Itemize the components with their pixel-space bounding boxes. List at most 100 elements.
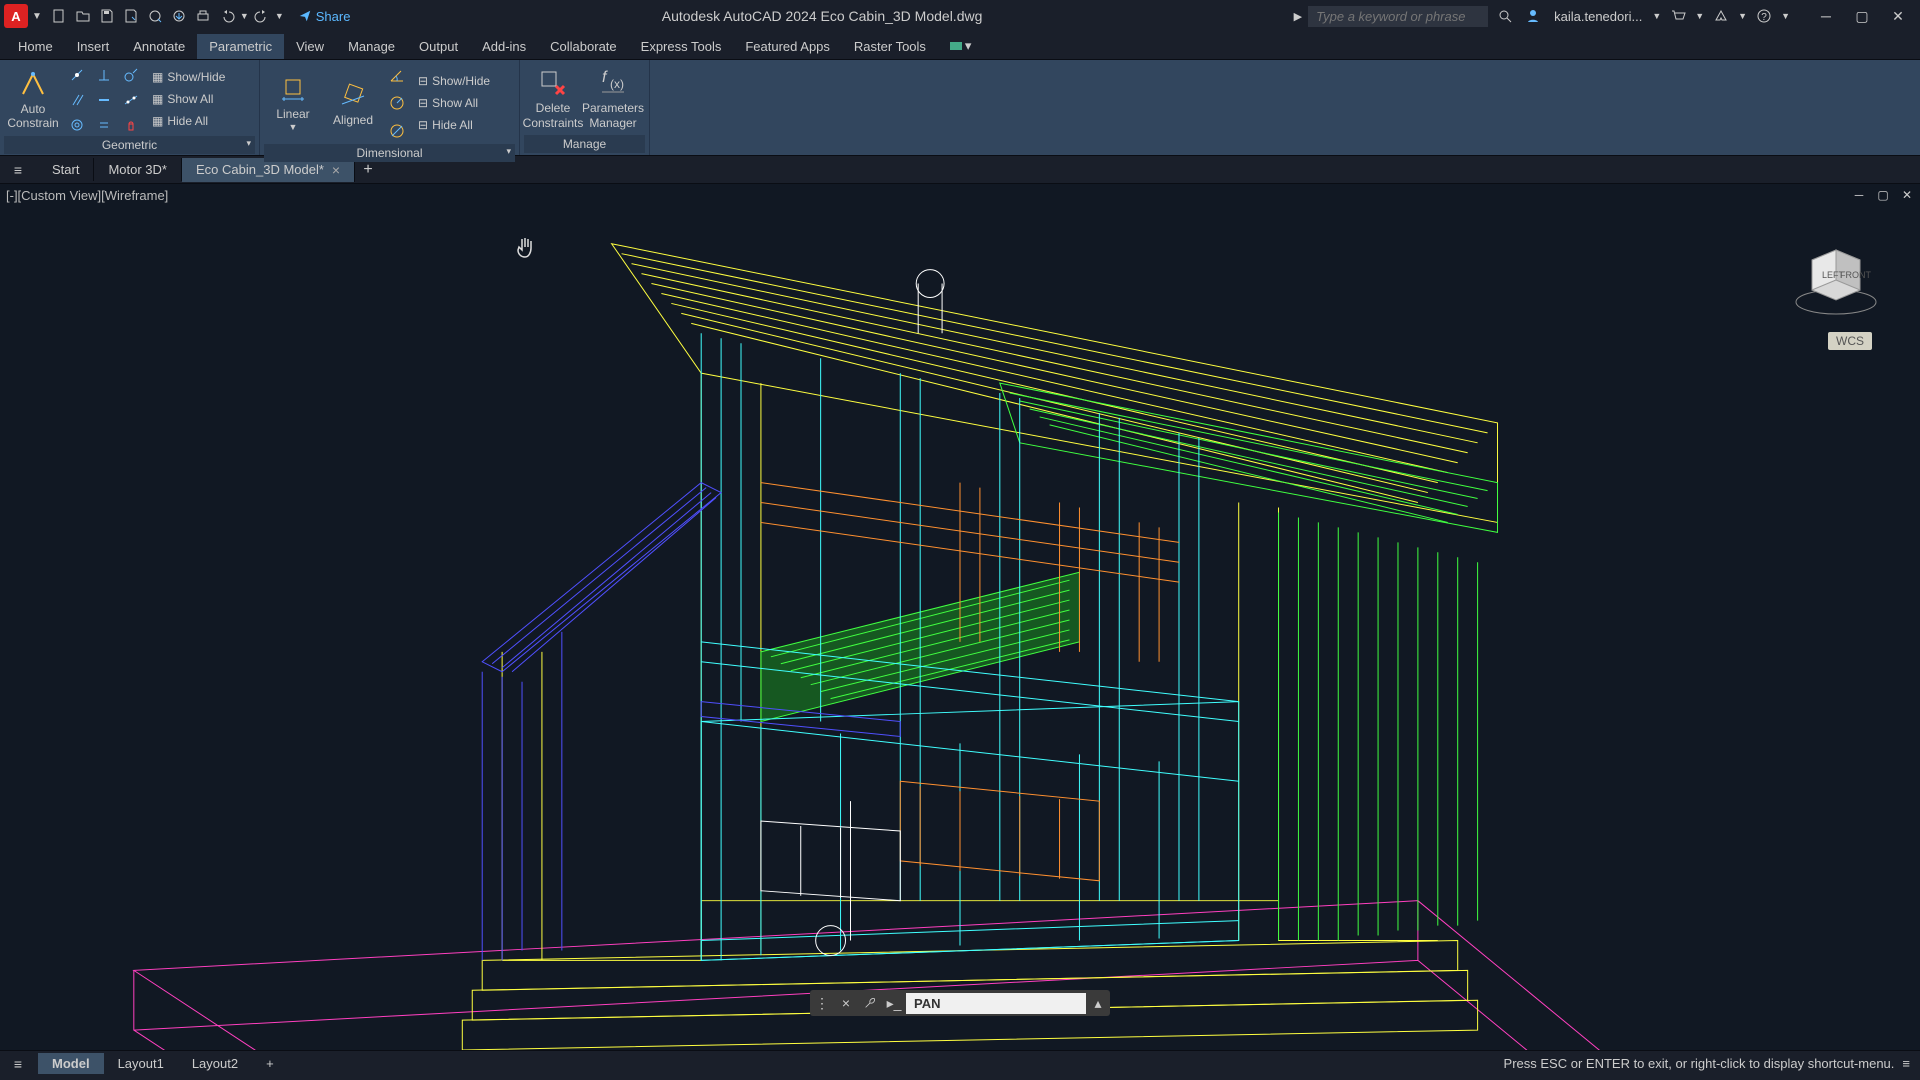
tab-addins[interactable]: Add-ins (470, 34, 538, 59)
saveas-icon[interactable] (120, 5, 142, 27)
title-bar: A ▼ ▼ ▼ Share Autodesk AutoCAD 2024 Eco … (0, 0, 1920, 32)
aligned-button[interactable]: Aligned (324, 68, 382, 138)
open-icon[interactable] (72, 5, 94, 27)
delete-constraints-label: Delete Constraints (523, 101, 584, 130)
dimensional-show-all-button[interactable]: ⊟Show All (412, 92, 496, 114)
parameters-manager-button[interactable]: f(x) Parameters Manager (584, 64, 642, 134)
command-close-icon[interactable]: × (834, 991, 858, 1015)
tab-view[interactable]: View (284, 34, 336, 59)
geometric-hide-all-button[interactable]: ▦Hide All (146, 110, 231, 132)
tab-featured-apps[interactable]: Featured Apps (733, 34, 842, 59)
search-input[interactable] (1308, 6, 1488, 27)
app-menu-dropdown[interactable]: ▼ (32, 11, 42, 22)
layout-menu-icon[interactable]: ≡ (6, 1052, 30, 1076)
tab-annotate[interactable]: Annotate (121, 34, 197, 59)
horizontal-icon[interactable] (91, 87, 117, 113)
panel-manage: Delete Constraints f(x) Parameters Manag… (520, 60, 650, 155)
tab-parametric[interactable]: Parametric (197, 34, 284, 59)
tab-collaborate[interactable]: Collaborate (538, 34, 629, 59)
dim-radius-icon[interactable] (384, 90, 410, 116)
cart-dropdown[interactable]: ▼ (1695, 11, 1704, 21)
file-tabs-menu-icon[interactable]: ≡ (6, 158, 30, 182)
linear-button[interactable]: Linear ▼ (264, 68, 322, 138)
plot-icon[interactable] (192, 5, 214, 27)
tab-extra-toggle[interactable]: ▾ (938, 33, 984, 59)
command-customize-icon[interactable]: ⋮ (810, 991, 834, 1015)
help-dropdown[interactable]: ▼ (1781, 11, 1790, 21)
share-button[interactable]: Share (298, 9, 351, 24)
panel-title-geometric[interactable]: Geometric (4, 136, 255, 154)
share-label: Share (316, 9, 351, 24)
start-tab[interactable]: Start (38, 158, 94, 181)
layout-tab-layout1[interactable]: Layout1 (104, 1053, 178, 1074)
web-open-icon[interactable] (144, 5, 166, 27)
equal-icon[interactable] (91, 112, 117, 138)
collinear-icon[interactable] (118, 87, 144, 113)
linear-icon (277, 73, 309, 105)
tab-output[interactable]: Output (407, 34, 470, 59)
geometric-show-hide-button[interactable]: ▦Show/Hide (146, 66, 231, 88)
delete-constraints-icon (537, 67, 569, 99)
search-icon[interactable] (1494, 5, 1516, 27)
panel-title-manage: Manage (524, 135, 645, 153)
add-layout-button[interactable]: + (252, 1053, 288, 1074)
maximize-button[interactable]: ▢ (1844, 2, 1880, 30)
app-logo[interactable]: A (4, 4, 28, 28)
command-wrench-icon[interactable] (858, 991, 882, 1015)
drawing-viewport[interactable]: [-][Custom View][Wireframe] ─ ▢ ✕ LEFT F… (0, 184, 1920, 1050)
status-menu-icon[interactable]: ≡ (1902, 1056, 1910, 1071)
autodesk-dropdown[interactable]: ▼ (1738, 11, 1747, 21)
web-save-icon[interactable] (168, 5, 190, 27)
save-icon[interactable] (96, 5, 118, 27)
layout-tab-model[interactable]: Model (38, 1053, 104, 1074)
tangent-icon[interactable] (118, 62, 144, 88)
coincident-icon[interactable] (64, 62, 90, 88)
svg-text:?: ? (1761, 12, 1767, 23)
geometric-show-all-button[interactable]: ▦Show All (146, 88, 231, 110)
cart-icon[interactable] (1667, 5, 1689, 27)
dim-diameter-icon[interactable] (384, 118, 410, 144)
tab-raster-tools[interactable]: Raster Tools (842, 34, 938, 59)
tab-manage[interactable]: Manage (336, 34, 407, 59)
command-expand-icon[interactable]: ▴ (1086, 991, 1110, 1015)
dim-angular-icon[interactable] (384, 62, 410, 88)
user-dropdown[interactable]: ▼ (1652, 11, 1661, 21)
close-button[interactable]: ✕ (1880, 2, 1916, 30)
parallel-icon[interactable] (64, 87, 90, 113)
user-name-label[interactable]: kaila.tenedori... (1554, 9, 1642, 24)
concentric-icon[interactable] (64, 112, 90, 138)
tab-express-tools[interactable]: Express Tools (629, 34, 734, 59)
dimensional-show-hide-button[interactable]: ⊟Show/Hide (412, 70, 496, 92)
parameters-manager-label: Parameters Manager (582, 101, 644, 130)
autodesk-app-icon[interactable] (1710, 5, 1732, 27)
undo-icon[interactable] (216, 5, 238, 27)
new-tab-button[interactable]: + (355, 161, 381, 179)
layout-tab-layout2[interactable]: Layout2 (178, 1053, 252, 1074)
close-tab-icon[interactable]: × (332, 162, 340, 178)
panel-title-dimensional[interactable]: Dimensional (264, 144, 515, 162)
redo-icon[interactable] (251, 5, 273, 27)
perpendicular-icon[interactable] (91, 62, 117, 88)
delete-constraints-button[interactable]: Delete Constraints (524, 64, 582, 134)
user-icon[interactable] (1522, 5, 1544, 27)
minimize-button[interactable]: ─ (1808, 2, 1844, 30)
command-input[interactable] (906, 993, 1086, 1014)
fix-icon[interactable] (118, 112, 144, 138)
undo-dropdown[interactable]: ▼ (240, 11, 249, 21)
tab-insert[interactable]: Insert (65, 34, 122, 59)
title-bar-right: ▶ kaila.tenedori... ▼ ▼ ▼ ? ▼ ─ ▢ ✕ (1294, 2, 1916, 30)
show-hide-icon: ⊟ (418, 74, 428, 88)
tab-home[interactable]: Home (6, 34, 65, 59)
command-recent-icon[interactable]: ▸_ (882, 991, 906, 1015)
show-all-icon: ▦ (152, 92, 163, 106)
quick-access-toolbar: ▼ ▼ (48, 5, 284, 27)
new-icon[interactable] (48, 5, 70, 27)
status-hint: Press ESC or ENTER to exit, or right-cli… (1504, 1056, 1895, 1071)
redo-dropdown[interactable]: ▼ (275, 11, 284, 21)
dimensional-hide-all-button[interactable]: ⊟Hide All (412, 114, 496, 136)
search-expand-icon[interactable]: ▶ (1294, 10, 1302, 23)
hide-all-icon: ⊟ (418, 118, 428, 132)
auto-constrain-button[interactable]: Auto Constrain (4, 64, 62, 134)
file-tab-motor[interactable]: Motor 3D* (94, 158, 182, 181)
help-icon[interactable]: ? (1753, 5, 1775, 27)
